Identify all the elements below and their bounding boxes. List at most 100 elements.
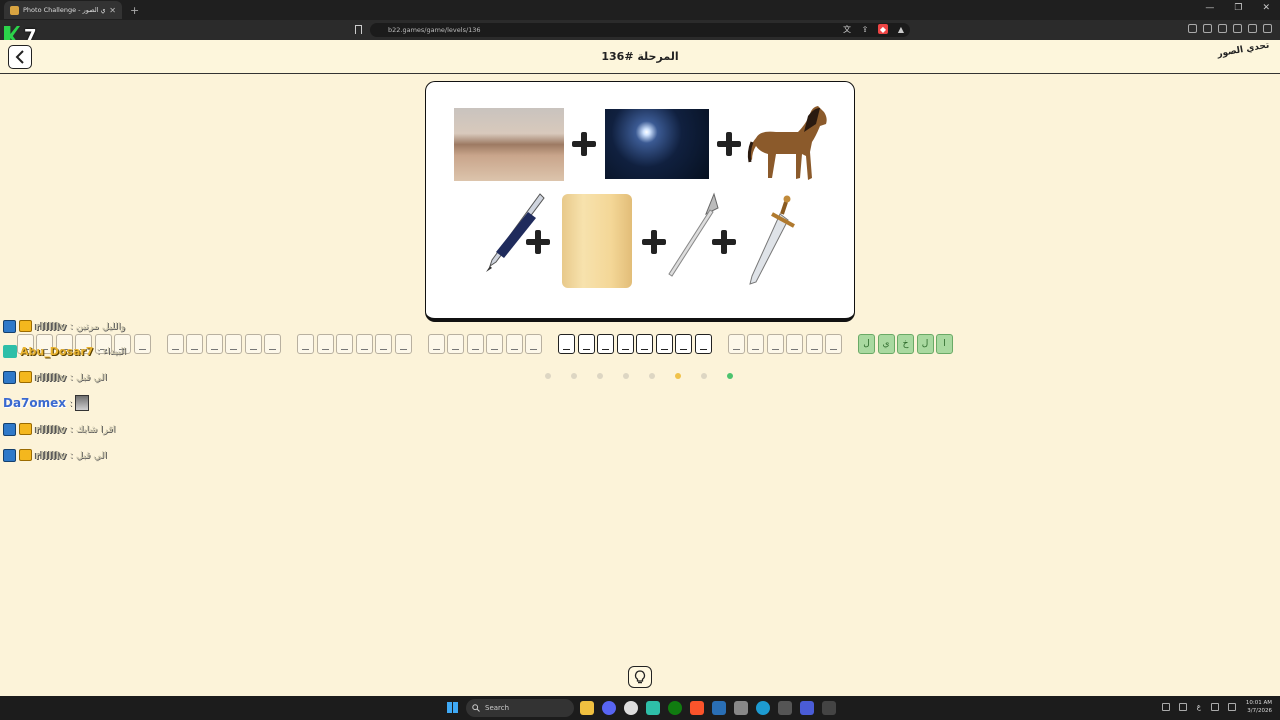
- plus-icon: [717, 132, 741, 156]
- address-bar-row: b22.games/game/levels/136 文 ⇪ ◆ ▲: [0, 20, 1280, 40]
- browser-tab[interactable]: Photo Challenge - لعبة تحدي الصور ✕: [4, 1, 122, 19]
- empty-letter-slot[interactable]: [225, 334, 242, 354]
- empty-letter-slot[interactable]: [394, 334, 412, 354]
- microphone-icon[interactable]: [1178, 703, 1187, 711]
- empty-letter-slot[interactable]: [244, 334, 262, 354]
- maximize-button[interactable]: ❐: [1234, 3, 1242, 13]
- chat-message: Da7omex:: [3, 395, 90, 411]
- app-icon[interactable]: [822, 701, 836, 715]
- empty-letter-slot[interactable]: [525, 334, 542, 354]
- empty-letter-slot[interactable]: [133, 334, 151, 354]
- chat-username[interactable]: Abu_Dosar7: [20, 345, 93, 358]
- tab-close-icon[interactable]: ✕: [109, 6, 116, 15]
- empty-letter-slot[interactable]: [825, 334, 842, 354]
- filled-letter-slot[interactable]: ي: [877, 334, 895, 354]
- progress-dot: [675, 373, 681, 379]
- empty-letter-slot[interactable]: [264, 334, 281, 354]
- chat-text: : الي قبل: [69, 449, 107, 461]
- sidebar-icon[interactable]: [1203, 24, 1212, 33]
- brave-icon[interactable]: [690, 701, 704, 715]
- chat-username[interactable]: rlllllv: [35, 423, 66, 436]
- app-icon[interactable]: [778, 701, 792, 715]
- chat-username[interactable]: rlllllv: [35, 449, 66, 462]
- menu-icon[interactable]: [1263, 24, 1272, 33]
- chat-text: :: [69, 397, 73, 409]
- chat-username[interactable]: Da7omex: [3, 396, 66, 410]
- translate-icon[interactable]: 文: [842, 24, 852, 34]
- minimize-button[interactable]: —: [1205, 3, 1214, 13]
- file-explorer-icon[interactable]: [580, 701, 594, 715]
- app-icon[interactable]: [734, 701, 748, 715]
- level-title: المرحلة #136: [601, 50, 679, 63]
- vpn-app-icon[interactable]: [712, 701, 726, 715]
- progress-dot: [545, 373, 551, 379]
- chrome-icon[interactable]: [624, 701, 638, 715]
- empty-letter-slot[interactable]: [558, 334, 575, 354]
- filled-letter-slot[interactable]: خ: [897, 334, 914, 354]
- extensions-icon[interactable]: [1233, 24, 1242, 33]
- empty-letter-slot[interactable]: [297, 334, 314, 354]
- chat-username[interactable]: rlllllv: [35, 371, 66, 384]
- horse-image: [747, 106, 827, 180]
- close-window-button[interactable]: ✕: [1262, 3, 1270, 13]
- puzzle-card: [425, 81, 855, 322]
- shield-icon[interactable]: ◆: [878, 24, 888, 34]
- empty-letter-slot[interactable]: [486, 334, 503, 354]
- empty-letter-slot[interactable]: [805, 334, 823, 354]
- crown-badge-icon: [19, 320, 32, 332]
- progress-dot: [727, 373, 733, 379]
- crown-badge-icon: [19, 371, 32, 383]
- rewards-icon[interactable]: ▲: [896, 24, 906, 34]
- empty-letter-slot[interactable]: [355, 334, 373, 354]
- empty-letter-slot[interactable]: [336, 334, 353, 354]
- url-field[interactable]: b22.games/game/levels/136: [370, 23, 910, 37]
- volume-icon[interactable]: [1227, 703, 1236, 711]
- filled-letter-slot[interactable]: ل: [858, 334, 875, 354]
- network-icon[interactable]: [1210, 703, 1219, 711]
- taskbar-clock[interactable]: 10:01 AM 3/7/2026: [1246, 699, 1272, 715]
- empty-letter-slot[interactable]: [766, 334, 784, 354]
- empty-letter-slot[interactable]: [786, 334, 803, 354]
- empty-letter-slot[interactable]: [694, 334, 712, 354]
- vpn-icon[interactable]: [1248, 24, 1257, 33]
- empty-letter-slot[interactable]: [205, 334, 223, 354]
- edge-icon[interactable]: [756, 701, 770, 715]
- site-header: المرحلة #136 تحدي الصور: [0, 40, 1280, 74]
- chevron-up-icon[interactable]: [1161, 703, 1170, 711]
- bookmark-icon[interactable]: [355, 25, 362, 34]
- empty-letter-slot[interactable]: [186, 334, 203, 354]
- chat-message: rlllllv: اقرا شابك: [3, 421, 115, 437]
- app-icon[interactable]: [646, 701, 660, 715]
- empty-letter-slot[interactable]: [636, 334, 653, 354]
- keyboard-language[interactable]: ع: [1197, 703, 1201, 711]
- hero-badge-icon: [3, 344, 17, 358]
- xbox-icon[interactable]: [668, 701, 682, 715]
- empty-letter-slot[interactable]: [505, 334, 523, 354]
- media-icon[interactable]: [1188, 24, 1197, 33]
- empty-letter-slot[interactable]: [616, 334, 634, 354]
- app-icon[interactable]: [800, 701, 814, 715]
- empty-letter-slot[interactable]: [577, 334, 595, 354]
- windows-start-icon[interactable]: [447, 702, 458, 713]
- taskbar-search[interactable]: Search: [466, 699, 574, 717]
- share-icon[interactable]: ⇪: [860, 24, 870, 34]
- chat-username[interactable]: rlllllv: [35, 320, 66, 333]
- empty-letter-slot[interactable]: [316, 334, 334, 354]
- wallet-icon[interactable]: [1218, 24, 1227, 33]
- empty-letter-slot[interactable]: [675, 334, 692, 354]
- empty-letter-slot[interactable]: [166, 334, 184, 354]
- empty-letter-slot[interactable]: [747, 334, 764, 354]
- empty-letter-slot[interactable]: [597, 334, 614, 354]
- empty-letter-slot[interactable]: [655, 334, 673, 354]
- empty-letter-slot[interactable]: [375, 334, 392, 354]
- empty-letter-slot[interactable]: [727, 334, 745, 354]
- hint-button[interactable]: [628, 666, 652, 688]
- new-tab-button[interactable]: +: [130, 4, 139, 17]
- filled-letter-slot[interactable]: ا: [936, 334, 953, 354]
- empty-letter-slot[interactable]: [447, 334, 464, 354]
- discord-icon[interactable]: [602, 701, 616, 715]
- filled-letter-slot[interactable]: ل: [916, 334, 934, 354]
- empty-letter-slot[interactable]: [466, 334, 484, 354]
- plus-icon: [642, 230, 666, 254]
- empty-letter-slot[interactable]: [427, 334, 445, 354]
